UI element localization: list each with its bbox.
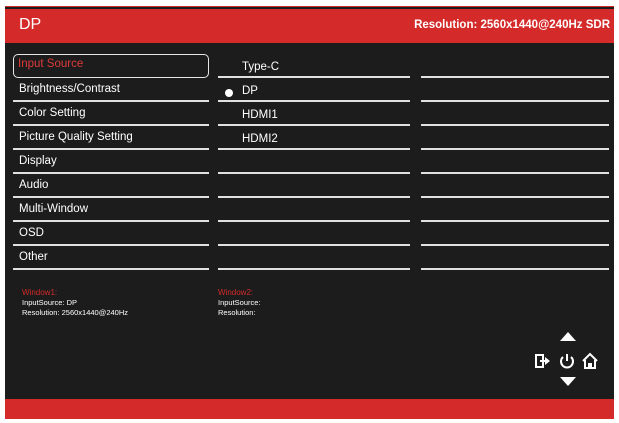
option-empty xyxy=(218,198,410,222)
sub-option-empty xyxy=(421,54,609,78)
option-label: HDMI1 xyxy=(242,109,278,121)
window1-title: Window1: xyxy=(22,288,58,297)
top-rule xyxy=(5,6,614,7)
up-arrow-icon[interactable] xyxy=(560,332,576,341)
menu-item-multi-window[interactable]: Multi-Window xyxy=(13,198,209,222)
menu-item-osd[interactable]: OSD xyxy=(13,222,209,246)
menu-item-label: Picture Quality Setting xyxy=(19,131,133,143)
menu-item-label: Brightness/Contrast xyxy=(19,83,120,95)
osd-header: DP Resolution: 2560x1440@240Hz SDR xyxy=(5,9,614,43)
option-type-c[interactable]: Type-C xyxy=(218,54,410,78)
down-arrow-icon[interactable] xyxy=(560,377,576,386)
menu-item-label: OSD xyxy=(19,227,44,239)
menu-item-input-source[interactable]: Input Source xyxy=(13,54,209,78)
option-hdmi1[interactable]: HDMI1 xyxy=(218,102,410,126)
option-empty xyxy=(218,150,410,174)
power-icon[interactable] xyxy=(558,352,576,370)
sub-option-empty xyxy=(421,78,609,102)
sub-option-empty xyxy=(421,222,609,246)
menu-item-label: Multi-Window xyxy=(19,203,89,215)
resolution-readout: Resolution: 2560x1440@240Hz SDR xyxy=(414,19,610,31)
option-label: DP xyxy=(242,85,258,97)
option-label: Type-C xyxy=(242,61,280,73)
input-options-column: Type-C DP HDMI1 HDMI2 xyxy=(218,54,410,270)
menu-item-picture-quality[interactable]: Picture Quality Setting xyxy=(13,126,209,150)
sub-options-column xyxy=(421,54,609,270)
sub-option-empty xyxy=(421,174,609,198)
option-empty xyxy=(218,222,410,246)
menu-item-label: Display xyxy=(19,155,57,167)
sub-option-empty xyxy=(421,102,609,126)
main-menu: Input Source Brightness/Contrast Color S… xyxy=(13,54,209,270)
exit-icon[interactable] xyxy=(534,352,552,370)
menu-item-label: Other xyxy=(19,251,48,263)
osd-frame: DP Resolution: 2560x1440@240Hz SDR Input… xyxy=(5,6,614,419)
menu-item-label: Input Source xyxy=(18,58,84,70)
nav-key-group xyxy=(534,352,604,372)
option-empty xyxy=(218,246,410,270)
menu-item-color-setting[interactable]: Color Setting xyxy=(13,102,209,126)
menu-item-display[interactable]: Display xyxy=(13,150,209,174)
menu-item-brightness-contrast[interactable]: Brightness/Contrast xyxy=(13,78,209,102)
window1-info: Window1: InputSource: DP Resolution: 256… xyxy=(22,288,128,318)
option-hdmi2[interactable]: HDMI2 xyxy=(218,126,410,150)
home-icon[interactable] xyxy=(581,352,599,370)
window2-input-source: InputSource: xyxy=(218,298,261,307)
window2-resolution: Resolution: xyxy=(218,308,256,317)
menu-item-audio[interactable]: Audio xyxy=(13,174,209,198)
sub-option-empty xyxy=(421,198,609,222)
input-title: DP xyxy=(19,16,42,33)
option-dp[interactable]: DP xyxy=(218,78,410,102)
window1-resolution: Resolution: 2560x1440@240Hz xyxy=(22,308,129,317)
window1-input-source: InputSource: DP xyxy=(22,298,78,307)
menu-item-label: Audio xyxy=(19,179,49,191)
selected-dot-icon xyxy=(225,89,233,97)
sub-option-empty xyxy=(421,150,609,174)
option-empty xyxy=(218,174,410,198)
window2-title: Window2: xyxy=(218,288,254,297)
sub-option-empty xyxy=(421,126,609,150)
sub-option-empty xyxy=(421,246,609,270)
option-label: HDMI2 xyxy=(242,133,278,145)
menu-item-label: Color Setting xyxy=(19,107,86,119)
menu-item-other[interactable]: Other xyxy=(13,246,209,270)
osd-footer xyxy=(5,399,614,419)
window2-info: Window2: InputSource: Resolution: xyxy=(218,288,261,318)
